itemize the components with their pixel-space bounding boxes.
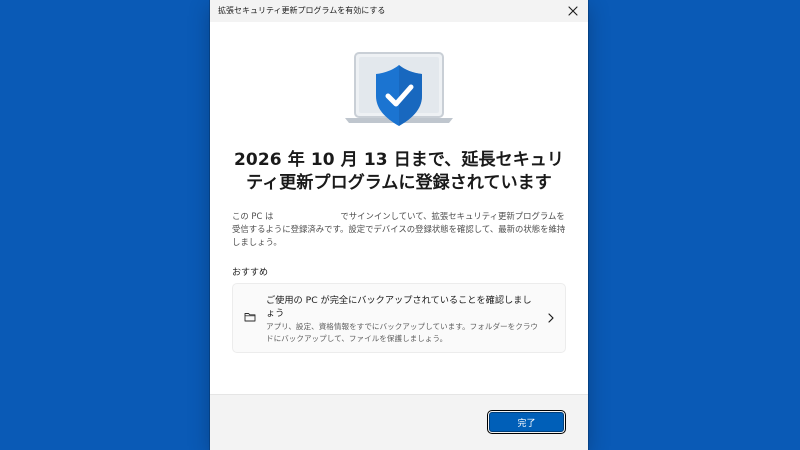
recommendation-title: ご使用の PC が完全にバックアップされていることを確認しましょう <box>266 295 532 319</box>
title-bar: 拡張セキュリティ更新プログラムを有効にする <box>210 0 588 23</box>
page-title: 2026 年 10 月 13 日まで、延長セキュリティ更新プログラムに登録されて… <box>233 150 565 193</box>
recommendation-description: アプリ、設定、資格情報をすでにバックアップしています。フォルダーをクラウドにバッ… <box>266 322 539 343</box>
window-title: 拡張セキュリティ更新プログラムを有効にする <box>218 6 386 15</box>
folder-icon <box>244 313 256 322</box>
close-icon <box>568 6 578 16</box>
close-button[interactable] <box>558 0 588 22</box>
description-text: この PC は でサインインしていて、拡張セキュリティ更新プログラムを受信するよ… <box>232 211 566 247</box>
dialog-window: 拡張セキュリティ更新プログラムを有効にする 2026 年 10 月 13 日まで… <box>210 0 588 450</box>
dialog-content: 2026 年 10 月 13 日まで、延長セキュリティ更新プログラムに登録されて… <box>210 22 588 394</box>
recommendations-label: おすすめ <box>232 268 269 278</box>
dialog-footer: 完了 <box>210 394 588 450</box>
backup-recommendation-card[interactable]: ご使用の PC が完全にバックアップされていることを確認しましょう アプリ、設定… <box>232 283 566 353</box>
done-button[interactable]: 完了 <box>487 410 566 434</box>
chevron-right-icon <box>548 313 554 323</box>
laptop-shield-check-icon <box>345 52 453 126</box>
